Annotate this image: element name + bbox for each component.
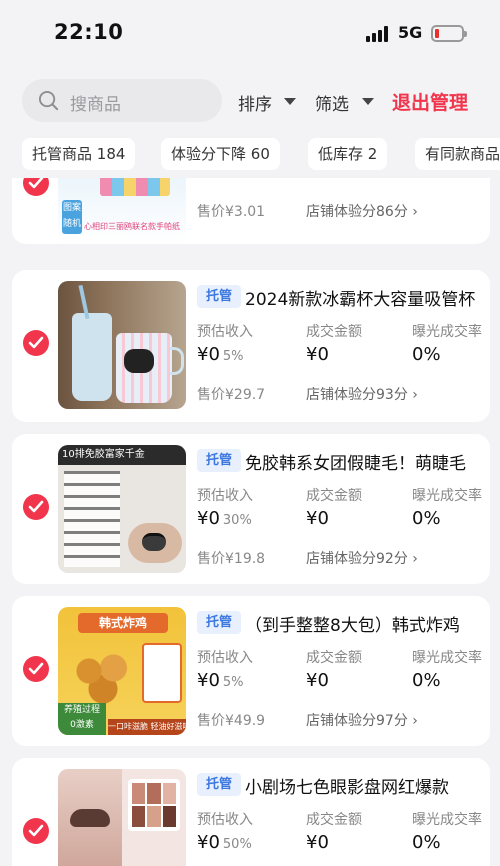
checkbox-checked-icon[interactable]: [23, 494, 49, 520]
managed-badge: 托管: [197, 611, 241, 634]
exposure-label: 曝光成交率: [412, 812, 482, 828]
income-value: ¥0 5%: [197, 344, 244, 365]
deal-label: 成交金额: [306, 324, 362, 340]
shop-score-link[interactable]: 店铺体验分97分 ›: [306, 710, 418, 730]
product-card[interactable]: 韩式炸鸡 养殖过程 0激素 一口咔滋脆 轻油好滋味 托管 （到手整整8大包）韩式炸…: [12, 596, 490, 746]
product-title[interactable]: 免胶韩系女团假睫毛！萌睫毛: [245, 449, 490, 474]
exposure-label: 曝光成交率: [412, 324, 482, 340]
search-input[interactable]: 搜商品: [22, 79, 222, 122]
deal-value: ¥0: [306, 178, 329, 182]
deal-value: ¥0: [306, 344, 329, 365]
checkbox-checked-icon[interactable]: [23, 818, 49, 844]
exposure-value: 0%: [412, 832, 441, 853]
deal-value: ¥0: [306, 508, 329, 529]
income-label: 预估收入: [197, 324, 253, 340]
sale-price: 售价¥29.7: [197, 387, 266, 403]
checkbox-checked-icon[interactable]: [23, 330, 49, 356]
status-time: 22:10: [54, 20, 124, 44]
product-thumbnail: [58, 769, 186, 866]
deal-label: 成交金额: [306, 488, 362, 504]
filter-button[interactable]: 筛选: [315, 90, 349, 115]
chevron-down-icon[interactable]: [284, 98, 296, 105]
income-value: ¥08%: [197, 178, 244, 182]
chip-managed[interactable]: 托管商品 184: [22, 138, 136, 170]
network-type: 5G: [398, 23, 423, 42]
sale-price: 售价¥49.9: [197, 713, 266, 729]
managed-badge: 托管: [197, 449, 241, 472]
shop-score-link[interactable]: 店铺体验分86分 ›: [306, 201, 418, 221]
sale-price: 售价¥3.01: [197, 204, 266, 220]
product-thumbnail: 韩式炸鸡 养殖过程 0激素 一口咔滋脆 轻油好滋味: [58, 607, 186, 735]
product-card[interactable]: 托管 小剧场七色眼影盘网红爆款 预估收入 成交金额 曝光成交率 ¥0 50% ¥0…: [12, 758, 490, 866]
exposure-value: 0%: [412, 344, 441, 365]
product-card[interactable]: 图案随机 心相印三丽鸥联名款手帕纸 ¥08% ¥0 0% 售价¥3.01 店铺体…: [12, 178, 490, 244]
product-card[interactable]: 10排免胶富家千金 托管 免胶韩系女团假睫毛！萌睫毛 预估收入 成交金额 曝光成…: [12, 434, 490, 584]
product-thumbnail: 图案 随机 心相印三丽鸥联名款手帕纸: [58, 178, 186, 244]
signal-icon: [366, 26, 392, 42]
checkbox-checked-icon[interactable]: [23, 656, 49, 682]
exposure-label: 曝光成交率: [412, 488, 482, 504]
status-bar: 22:10 5G: [0, 0, 500, 66]
battery-icon: [431, 25, 467, 42]
income-value: ¥0 5%: [197, 670, 244, 691]
deal-value: ¥0: [306, 832, 329, 853]
income-label: 预估收入: [197, 812, 253, 828]
managed-badge: 托管: [197, 285, 241, 308]
deal-label: 成交金额: [306, 650, 362, 666]
income-value: ¥0 50%: [197, 832, 252, 853]
income-label: 预估收入: [197, 488, 253, 504]
managed-badge: 托管: [197, 773, 241, 796]
chip-score-drop[interactable]: 体验分下降 60: [161, 138, 280, 170]
income-label: 预估收入: [197, 650, 253, 666]
product-title[interactable]: （到手整整8大包）韩式炸鸡: [245, 611, 490, 636]
deal-value: ¥0: [306, 670, 329, 691]
income-value: ¥0 30%: [197, 508, 252, 529]
exposure-value: 0%: [412, 508, 441, 529]
exposure-label: 曝光成交率: [412, 650, 482, 666]
product-thumbnail: 10排免胶富家千金: [58, 445, 186, 573]
shop-score-link[interactable]: 店铺体验分93分 ›: [306, 384, 418, 404]
exit-manage-button[interactable]: 退出管理: [392, 88, 468, 115]
exposure-value: 0%: [412, 178, 441, 182]
product-card[interactable]: 托管 2024新款冰霸杯大容量吸管杯 预估收入 成交金额 曝光成交率 ¥0 5% …: [12, 270, 490, 422]
exposure-value: 0%: [412, 670, 441, 691]
chip-low-stock[interactable]: 低库存 2: [308, 138, 388, 170]
deal-label: 成交金额: [306, 812, 362, 828]
filter-chips: 托管商品 184 体验分下降 60 低库存 2 有同款商品: [22, 138, 500, 170]
chip-same-product[interactable]: 有同款商品: [415, 138, 500, 170]
product-thumbnail: [58, 281, 186, 409]
search-placeholder: 搜商品: [70, 95, 121, 115]
sale-price: 售价¥19.8: [197, 551, 266, 567]
product-title[interactable]: 2024新款冰霸杯大容量吸管杯: [245, 285, 490, 310]
sort-button[interactable]: 排序: [238, 90, 272, 115]
chevron-down-icon[interactable]: [362, 98, 374, 105]
search-icon: [38, 90, 59, 111]
checkbox-checked-icon[interactable]: [23, 178, 49, 196]
shop-score-link[interactable]: 店铺体验分92分 ›: [306, 548, 418, 568]
product-title[interactable]: 小剧场七色眼影盘网红爆款: [245, 773, 490, 798]
product-list: 图案随机 心相印三丽鸥联名款手帕纸 ¥08% ¥0 0% 售价¥3.01 店铺体…: [0, 178, 500, 866]
